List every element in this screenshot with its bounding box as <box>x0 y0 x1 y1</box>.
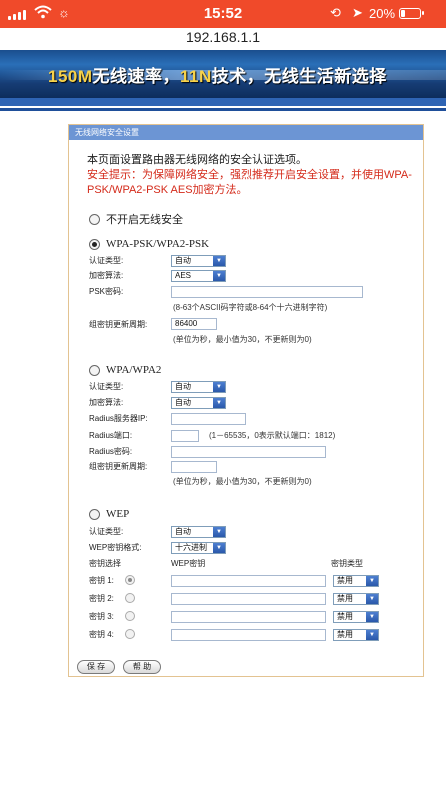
dropdown-arrow-icon: ▼ <box>213 271 225 281</box>
dropdown-arrow-icon: ▼ <box>213 527 225 537</box>
psk-enc-select[interactable]: AES ▼ <box>171 270 226 282</box>
psk-renew-hint: (单位为秒，最小值为30，不更新则为0) <box>173 335 312 344</box>
wpa-enc-select[interactable]: 自动 ▼ <box>171 397 226 409</box>
option-wpa-psk[interactable]: WPA-PSK/WPA2-PSK <box>89 238 209 250</box>
psk-enc-value: AES <box>175 271 192 280</box>
psk-password-input[interactable] <box>171 286 363 298</box>
dropdown-arrow-icon: ▼ <box>366 630 378 640</box>
dropdown-arrow-icon: ▼ <box>213 398 225 408</box>
wep-key-1-type-value: 禁用 <box>337 576 353 585</box>
save-button[interactable]: 保 存 <box>77 660 115 674</box>
banner-bottom-bar <box>0 98 446 106</box>
router-banner: 150M无线速率，11N技术，无线生活新选择 <box>0 50 446 98</box>
option-none[interactable]: 不开启无线安全 <box>89 211 183 227</box>
wpa-auth-label: 认证类型: <box>89 382 124 391</box>
wep-key-1-radio[interactable] <box>125 575 135 585</box>
option-wpa[interactable]: WPA/WPA2 <box>89 364 161 376</box>
wep-key-3-type-value: 禁用 <box>337 612 353 621</box>
wpa-renew-label: 组密钥更新周期: <box>89 462 148 471</box>
option-none-label: 不开启无线安全 <box>106 214 183 226</box>
wep-format-value: 十六进制 <box>175 543 207 552</box>
wep-key-4-input[interactable] <box>171 629 326 641</box>
intro-text: 本页面设置路由器无线网络的安全认证选项。 <box>87 154 307 166</box>
wep-key-2-label: 密钥 2: <box>89 594 114 603</box>
psk-password-label: PSK密码: <box>89 287 124 296</box>
option-wep[interactable]: WEP <box>89 508 129 520</box>
radio-wpa[interactable] <box>89 364 100 376</box>
wep-auth-value: 自动 <box>175 527 191 536</box>
wpa-enc-value: 自动 <box>175 398 191 407</box>
wpa-auth-select[interactable]: 自动 ▼ <box>171 381 226 393</box>
dropdown-arrow-icon: ▼ <box>213 543 225 553</box>
dropdown-arrow-icon: ▼ <box>213 256 225 266</box>
radio-none[interactable] <box>89 213 100 225</box>
status-bar: ☼ 15:52 ⟲ ➤ 20% <box>0 0 446 28</box>
wpa-renew-hint: (单位为秒，最小值为30，不更新则为0) <box>173 477 312 486</box>
wep-key-3-label: 密钥 3: <box>89 612 114 621</box>
psk-enc-label: 加密算法: <box>89 271 124 280</box>
option-wpa-psk-label: WPA-PSK/WPA2-PSK <box>106 238 210 250</box>
wep-key-2-type[interactable]: 禁用 ▼ <box>333 593 379 605</box>
wep-auth-select[interactable]: 自动 ▼ <box>171 526 226 538</box>
location-icon: ➤ <box>352 5 363 20</box>
wep-key-3-type[interactable]: 禁用 ▼ <box>333 611 379 623</box>
wep-format-select[interactable]: 十六进制 ▼ <box>171 542 226 554</box>
wep-key-4-radio[interactable] <box>125 629 135 639</box>
banner-slogan: 150M无线速率，11N技术，无线生活新选择 <box>48 62 387 87</box>
wpa-enc-label: 加密算法: <box>89 398 124 407</box>
slogan-text-1: 无线速率， <box>92 67 181 86</box>
radius-port-label: Radius端口: <box>89 431 133 440</box>
wep-key-2-type-value: 禁用 <box>337 594 353 603</box>
wep-key-1-type[interactable]: 禁用 ▼ <box>333 575 379 587</box>
psk-renew-label: 组密钥更新周期: <box>89 320 148 329</box>
radius-password-label: Radius密码: <box>89 447 133 456</box>
radius-ip-input[interactable] <box>171 413 246 425</box>
wep-key-4-type[interactable]: 禁用 ▼ <box>333 629 379 641</box>
wireless-security-panel: 无线网络安全设置 本页面设置路由器无线网络的安全认证选项。 安全提示：为保障网络… <box>68 124 424 677</box>
radius-port-input[interactable] <box>171 430 199 442</box>
psk-auth-label: 认证类型: <box>89 256 124 265</box>
banner-divider <box>0 108 446 111</box>
slogan-standard: 11N <box>180 67 212 86</box>
slogan-speed: 150M <box>48 67 93 86</box>
wep-key-1-input[interactable] <box>171 575 326 587</box>
wpa-renew-input[interactable] <box>171 461 217 473</box>
psk-renew-input[interactable]: 86400 <box>171 318 217 330</box>
dropdown-arrow-icon: ▼ <box>366 576 378 586</box>
slogan-text-2: 技术，无线生活新选择 <box>211 67 387 86</box>
battery-icon <box>399 8 424 19</box>
radio-wep[interactable] <box>89 508 100 520</box>
wep-col-select: 密钥选择 <box>89 559 121 568</box>
psk-password-hint: (8-63个ASCII码字符或8-64个十六进制字符) <box>173 303 328 312</box>
wep-key-2-radio[interactable] <box>125 593 135 603</box>
dropdown-arrow-icon: ▼ <box>213 382 225 392</box>
rotation-lock-icon: ⟲ <box>330 5 341 20</box>
wpa-auth-value: 自动 <box>175 382 191 391</box>
radio-wpa-psk[interactable] <box>89 238 100 250</box>
psk-auth-select[interactable]: 自动 ▼ <box>171 255 226 267</box>
wep-key-2-input[interactable] <box>171 593 326 605</box>
wep-auth-label: 认证类型: <box>89 527 124 536</box>
wep-key-3-input[interactable] <box>171 611 326 623</box>
security-tip: 安全提示：为保障网络安全，强烈推荐开启安全设置，并使用WPA-PSK/WPA2-… <box>87 169 412 196</box>
wep-col-key: WEP密钥 <box>171 559 206 568</box>
dropdown-arrow-icon: ▼ <box>366 612 378 622</box>
help-button[interactable]: 帮 助 <box>123 660 161 674</box>
address-bar[interactable]: 192.168.1.1 <box>0 28 446 48</box>
dropdown-arrow-icon: ▼ <box>366 594 378 604</box>
wep-col-type: 密钥类型 <box>331 559 363 568</box>
wep-key-4-label: 密钥 4: <box>89 630 114 639</box>
psk-auth-value: 自动 <box>175 256 191 265</box>
radius-port-hint: (1－65535，0表示默认端口：1812) <box>209 431 336 440</box>
radius-password-input[interactable] <box>171 446 326 458</box>
option-wpa-label: WPA/WPA2 <box>106 364 162 376</box>
wep-format-label: WEP密钥格式: <box>89 543 142 552</box>
panel-title: 无线网络安全设置 <box>69 125 423 140</box>
option-wep-label: WEP <box>106 508 130 520</box>
radius-ip-label: Radius服务器IP: <box>89 414 148 423</box>
wep-key-4-type-value: 禁用 <box>337 630 353 639</box>
battery-percent: 20% <box>369 6 396 21</box>
wep-key-3-radio[interactable] <box>125 611 135 621</box>
wep-key-1-label: 密钥 1: <box>89 576 114 585</box>
